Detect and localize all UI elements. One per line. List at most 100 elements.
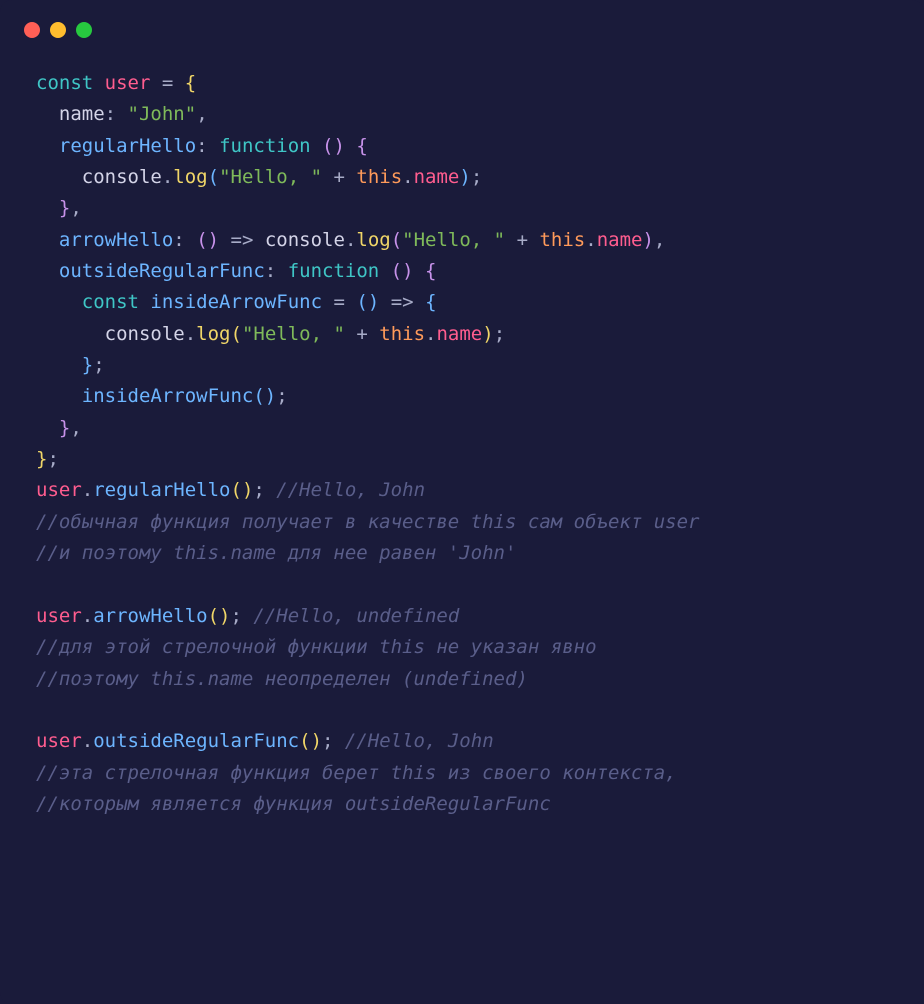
code-line: //поэтому this.name неопределен (undefin… <box>36 664 888 695</box>
close-icon[interactable] <box>24 22 40 38</box>
code-token: //которым является функция outsideRegula… <box>36 793 551 815</box>
code-token: ; <box>253 479 264 501</box>
code-token: "Hello, " <box>402 229 505 251</box>
code-token: user <box>36 730 82 752</box>
code-token: } <box>36 448 47 470</box>
code-token: => <box>231 229 254 251</box>
code-token: //Hello, undefined <box>253 605 459 627</box>
code-token: . <box>185 323 196 345</box>
code-line: name: "John", <box>36 99 888 130</box>
code-token: name <box>597 229 643 251</box>
code-token: this <box>356 166 402 188</box>
code-token <box>414 260 425 282</box>
code-token <box>36 417 59 439</box>
code-token: this <box>379 323 425 345</box>
code-token: console <box>36 166 162 188</box>
code-token: ; <box>322 730 333 752</box>
code-token: arrowHello <box>59 229 173 251</box>
code-token: + <box>356 323 367 345</box>
code-token: outsideRegularFunc <box>59 260 265 282</box>
code-line: //обычная функция получает в качестве th… <box>36 507 888 538</box>
code-token <box>93 72 104 94</box>
code-token <box>276 260 287 282</box>
code-token: //обычная функция получает в качестве th… <box>36 511 699 533</box>
code-token: ) <box>642 229 653 251</box>
code-token <box>208 135 219 157</box>
code-line <box>36 695 888 726</box>
code-token: . <box>585 229 596 251</box>
code-token <box>368 323 379 345</box>
code-token: console <box>253 229 345 251</box>
code-line: regularHello: function () { <box>36 131 888 162</box>
code-token <box>219 229 230 251</box>
code-line: insideArrowFunc(); <box>36 381 888 412</box>
code-line: console.log("Hello, " + this.name); <box>36 162 888 193</box>
code-token: , <box>654 229 665 251</box>
code-token: outsideRegularFunc <box>93 730 299 752</box>
code-line: //которым является функция outsideRegula… <box>36 789 888 820</box>
code-token: insideArrowFunc <box>150 291 322 313</box>
code-token: { <box>185 72 196 94</box>
code-line: //и поэтому this.name для нее равен 'Joh… <box>36 538 888 569</box>
code-token: regularHello <box>59 135 196 157</box>
code-token: () <box>391 260 414 282</box>
code-token <box>345 166 356 188</box>
code-token: ( <box>391 229 402 251</box>
code-token: user <box>36 479 82 501</box>
code-line: }; <box>36 350 888 381</box>
code-token: () <box>253 385 276 407</box>
code-token <box>333 730 344 752</box>
code-token: + <box>517 229 528 251</box>
code-token: . <box>82 605 93 627</box>
code-token: ; <box>47 448 58 470</box>
code-token: const <box>82 291 139 313</box>
code-token: , <box>70 197 81 219</box>
code-token <box>242 605 253 627</box>
code-token: name <box>414 166 460 188</box>
code-token: user <box>105 72 151 94</box>
code-token: () <box>231 479 254 501</box>
code-token <box>150 72 161 94</box>
code-token: { <box>356 135 367 157</box>
code-window: const user = { name: "John", regularHell… <box>0 0 924 1004</box>
code-token: regularHello <box>93 479 230 501</box>
code-token: user <box>36 605 82 627</box>
maximize-icon[interactable] <box>76 22 92 38</box>
code-line: user.outsideRegularFunc(); //Hello, John <box>36 726 888 757</box>
code-token: this <box>539 229 585 251</box>
code-editor-area: const user = { name: "John", regularHell… <box>0 48 924 850</box>
code-line: console.log("Hello, " + this.name); <box>36 319 888 350</box>
code-token: { <box>425 260 436 282</box>
code-token: } <box>82 354 93 376</box>
code-line: arrowHello: () => console.log("Hello, " … <box>36 225 888 256</box>
code-token <box>345 323 356 345</box>
code-token: = <box>333 291 344 313</box>
code-token: . <box>82 479 93 501</box>
code-line: user.arrowHello(); //Hello, undefined <box>36 601 888 632</box>
code-token <box>322 166 333 188</box>
code-token <box>345 291 356 313</box>
code-token <box>36 197 59 219</box>
code-line: }, <box>36 413 888 444</box>
code-token: //эта стрелочная функция берет this из с… <box>36 762 677 784</box>
code-token <box>265 479 276 501</box>
code-token: () <box>322 135 345 157</box>
code-token: ) <box>459 166 470 188</box>
code-token: : <box>265 260 276 282</box>
code-token <box>345 135 356 157</box>
code-line <box>36 570 888 601</box>
code-token: . <box>402 166 413 188</box>
code-token <box>36 291 82 313</box>
code-token: log <box>356 229 390 251</box>
window-titlebar <box>0 0 924 48</box>
code-token <box>505 229 516 251</box>
code-token <box>185 229 196 251</box>
code-token: : <box>105 103 116 125</box>
code-token <box>36 135 59 157</box>
minimize-icon[interactable] <box>50 22 66 38</box>
code-token: function <box>219 135 311 157</box>
code-token <box>139 291 150 313</box>
code-line: const insideArrowFunc = () => { <box>36 287 888 318</box>
code-token: : <box>196 135 207 157</box>
code-line: }, <box>36 193 888 224</box>
